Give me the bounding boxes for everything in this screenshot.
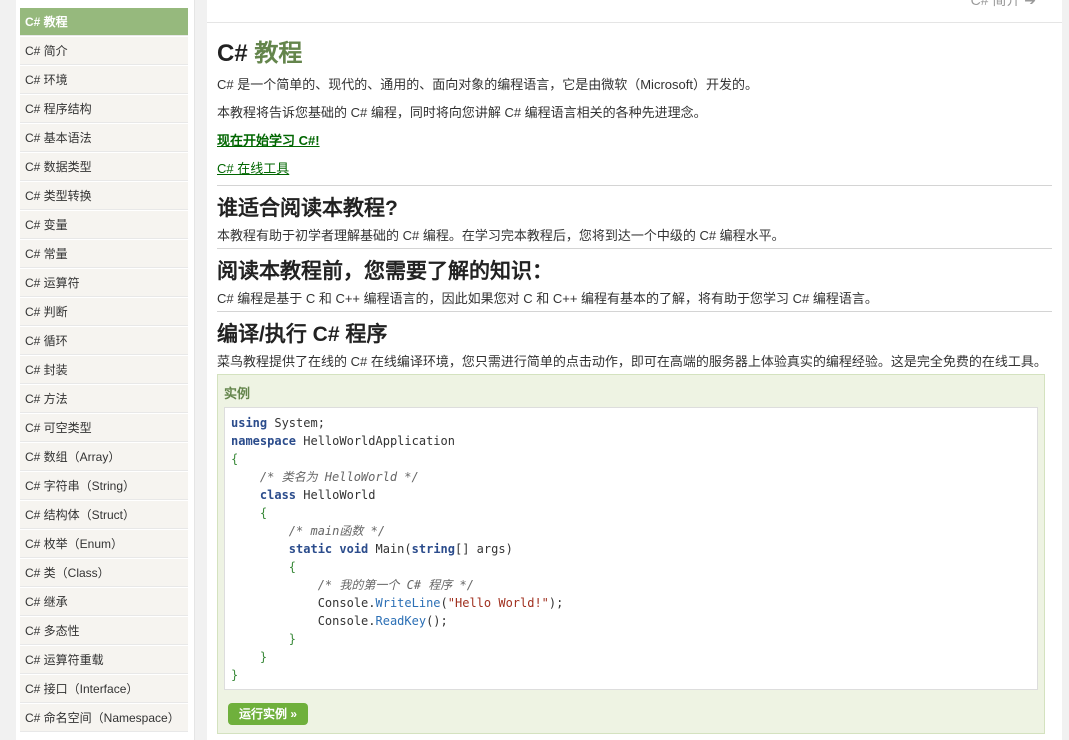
code-function: WriteLine	[375, 596, 441, 610]
sidebar-item-constants[interactable]: C# 常量	[20, 240, 188, 268]
code-text: System;	[267, 416, 325, 430]
arrow-right-icon: ➔	[1024, 0, 1036, 8]
sidebar-item-operators[interactable]: C# 运算符	[20, 269, 188, 297]
sidebar-item-class[interactable]: C# 类（Class）	[20, 559, 188, 587]
sidebar-item-inheritance[interactable]: C# 继承	[20, 588, 188, 616]
code-keyword: namespace	[231, 434, 297, 448]
sidebar-item-array[interactable]: C# 数组（Array）	[20, 443, 188, 471]
code-text: HelloWorldApplication	[296, 434, 455, 448]
run-example-button[interactable]: 运行实例 »	[228, 703, 308, 725]
sidebar-item-encapsulation[interactable]: C# 封装	[20, 356, 188, 384]
top-nav-bar: C# 简介 ➔	[207, 0, 1062, 23]
code-brace: {	[231, 452, 239, 466]
sidebar-item-namespace[interactable]: C# 命名空间（Namespace）	[20, 704, 188, 732]
sidebar-item-environment[interactable]: C# 环境	[20, 66, 188, 94]
section-prerequisites-title: 阅读本教程前，您需要了解的知识：	[217, 260, 553, 283]
code-brace: }	[231, 668, 239, 682]
divider	[217, 185, 1052, 186]
sidebar-item-string[interactable]: C# 字符串（String）	[20, 472, 188, 500]
sidebar-item-basic-syntax[interactable]: C# 基本语法	[20, 124, 188, 152]
code-brace: {	[231, 560, 297, 574]
sidebar-item-program-structure[interactable]: C# 程序结构	[20, 95, 188, 123]
sidebar-item-intro[interactable]: C# 简介	[20, 37, 188, 65]
code-keyword: string	[411, 542, 455, 556]
code-keyword: class	[231, 488, 297, 502]
example-box: 实例 using System; namespace HelloWorldApp…	[217, 374, 1045, 734]
next-page-link[interactable]: C# 简介 ➔	[971, 0, 1036, 10]
code-brace: }	[231, 632, 297, 646]
page-title-highlight: 教程	[254, 40, 303, 67]
code-text: ();	[426, 614, 448, 628]
sidebar-item-csharp-tutorial[interactable]: C# 教程	[20, 8, 188, 36]
sidebar-item-decision[interactable]: C# 判断	[20, 298, 188, 326]
section-compile-title: 编译/执行 C# 程序	[217, 323, 388, 346]
code-comment: /* main函数 */	[231, 524, 386, 538]
sidebar-list: C# 教程 C# 简介 C# 环境 C# 程序结构 C# 基本语法 C# 数据类…	[16, 0, 194, 732]
sidebar-item-loops[interactable]: C# 循环	[20, 327, 188, 355]
code-text: Console.	[231, 614, 376, 628]
section-prerequisites-text: C# 编程是基于 C 和 C++ 编程语言的，因此如果您对 C 和 C++ 编程…	[217, 291, 878, 306]
sidebar-item-type-conversion[interactable]: C# 类型转换	[20, 182, 188, 210]
sidebar-item-nullable[interactable]: C# 可空类型	[20, 414, 188, 442]
sidebar-item-variables[interactable]: C# 变量	[20, 211, 188, 239]
code-text: (	[440, 596, 448, 610]
code-comment: /* 类名为 HelloWorld */	[231, 470, 419, 484]
code-block: using System; namespace HelloWorldApplic…	[224, 407, 1038, 690]
online-tool-link[interactable]: C# 在线工具	[217, 161, 289, 176]
start-learning-link[interactable]: 现在开始学习 C#!	[217, 133, 320, 148]
intro-paragraph-1: C# 是一个简单的、现代的、通用的、面向对象的编程语言，它是由微软（Micros…	[217, 77, 758, 92]
sidebar-item-data-types[interactable]: C# 数据类型	[20, 153, 188, 181]
next-page-label: C# 简介	[970, 0, 1021, 8]
code-text: Console.	[231, 596, 376, 610]
sidebar-item-enum[interactable]: C# 枚举（Enum）	[20, 530, 188, 558]
divider	[217, 248, 1052, 249]
divider	[217, 311, 1052, 312]
section-compile-text: 菜鸟教程提供了在线的 C# 在线编译环境，您只需进行简单的点击动作，即可在高端的…	[217, 354, 1047, 369]
section-audience-text: 本教程有助于初学者理解基础的 C# 编程。在学习完本教程后，您将到达一个中级的 …	[217, 228, 785, 243]
article: C# 教程 C# 是一个简单的、现代的、通用的、面向对象的编程语言，它是由微软（…	[207, 37, 1062, 734]
sidebar: C# 教程 C# 简介 C# 环境 C# 程序结构 C# 基本语法 C# 数据类…	[16, 0, 195, 740]
code-text: );	[548, 596, 564, 610]
code-text: [] args)	[455, 542, 513, 556]
code-keyword: static	[231, 542, 333, 556]
page-title: C# 教程	[217, 37, 1052, 71]
code-brace: {	[231, 506, 268, 520]
code-string: "Hello World!"	[447, 596, 549, 610]
sidebar-item-operator-overloading[interactable]: C# 运算符重载	[20, 646, 188, 674]
sidebar-item-methods[interactable]: C# 方法	[20, 385, 188, 413]
page-title-prefix: C#	[217, 40, 255, 67]
code-brace: }	[231, 650, 268, 664]
code-comment: /* 我的第一个 C# 程序 */	[231, 578, 474, 592]
section-audience-title: 谁适合阅读本教程?	[217, 197, 398, 220]
code-text: Main(	[368, 542, 412, 556]
code-keyword: void	[332, 542, 369, 556]
code-function: ReadKey	[375, 614, 427, 628]
sidebar-item-struct[interactable]: C# 结构体（Struct）	[20, 501, 188, 529]
sidebar-item-polymorphism[interactable]: C# 多态性	[20, 617, 188, 645]
sidebar-item-interface[interactable]: C# 接口（Interface）	[20, 675, 188, 703]
example-title: 实例	[224, 386, 251, 401]
main-content: C# 简介 ➔ C# 教程 C# 是一个简单的、现代的、通用的、面向对象的编程语…	[207, 0, 1062, 740]
code-text: HelloWorld	[296, 488, 376, 502]
intro-paragraph-2: 本教程将告诉您基础的 C# 编程，同时将向您讲解 C# 编程语言相关的各种先进理…	[217, 105, 707, 120]
code-keyword: using	[231, 416, 268, 430]
